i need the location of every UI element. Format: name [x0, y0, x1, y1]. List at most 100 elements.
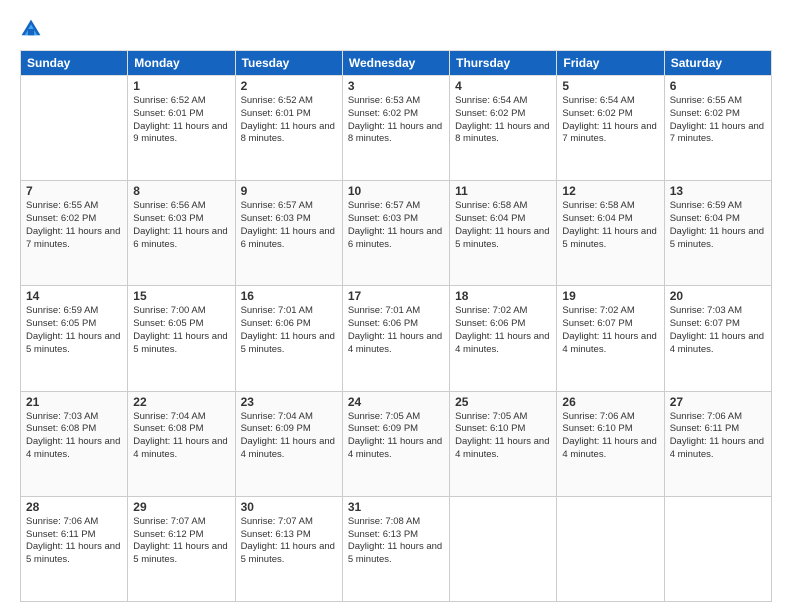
week-row-3: 14 Sunrise: 6:59 AMSunset: 6:05 PMDayligh… — [21, 286, 772, 391]
day-number: 3 — [348, 79, 444, 93]
day-cell: 17 Sunrise: 7:01 AMSunset: 6:06 PMDayligh… — [342, 286, 449, 391]
header — [20, 18, 772, 40]
day-cell: 23 Sunrise: 7:04 AMSunset: 6:09 PMDayligh… — [235, 391, 342, 496]
week-row-4: 21 Sunrise: 7:03 AMSunset: 6:08 PMDayligh… — [21, 391, 772, 496]
day-cell — [557, 496, 664, 601]
day-info: Sunrise: 7:03 AMSunset: 6:08 PMDaylight:… — [26, 411, 122, 462]
col-header-thursday: Thursday — [450, 51, 557, 76]
day-info: Sunrise: 6:57 AMSunset: 6:03 PMDaylight:… — [348, 200, 444, 251]
day-info: Sunrise: 7:04 AMSunset: 6:08 PMDaylight:… — [133, 411, 229, 462]
day-cell: 11 Sunrise: 6:58 AMSunset: 6:04 PMDayligh… — [450, 181, 557, 286]
day-cell: 7 Sunrise: 6:55 AMSunset: 6:02 PMDaylight… — [21, 181, 128, 286]
col-header-saturday: Saturday — [664, 51, 771, 76]
day-cell: 10 Sunrise: 6:57 AMSunset: 6:03 PMDayligh… — [342, 181, 449, 286]
day-number: 19 — [562, 289, 658, 303]
day-cell: 4 Sunrise: 6:54 AMSunset: 6:02 PMDaylight… — [450, 76, 557, 181]
day-cell: 28Sunrise: 7:06 AMSunset: 6:11 PMDayligh… — [21, 496, 128, 601]
day-number: 17 — [348, 289, 444, 303]
day-cell: 15Sunrise: 7:00 AMSunset: 6:05 PMDayligh… — [128, 286, 235, 391]
day-info: Sunrise: 7:04 AMSunset: 6:09 PMDaylight:… — [241, 411, 337, 462]
day-number: 30 — [241, 500, 337, 514]
day-info: Sunrise: 7:02 AMSunset: 6:06 PMDaylight:… — [455, 305, 551, 356]
day-cell: 25 Sunrise: 7:05 AMSunset: 6:10 PMDayligh… — [450, 391, 557, 496]
day-info: Sunrise: 6:55 AMSunset: 6:02 PMDaylight:… — [26, 200, 122, 251]
day-info: Sunrise: 7:01 AMSunset: 6:06 PMDaylight:… — [348, 305, 444, 356]
col-header-wednesday: Wednesday — [342, 51, 449, 76]
day-number: 21 — [26, 395, 122, 409]
day-number: 20 — [670, 289, 766, 303]
day-info: Sunrise: 6:52 AMSunset: 6:01 PMDaylight:… — [133, 95, 229, 146]
day-cell: 8 Sunrise: 6:56 AMSunset: 6:03 PMDaylight… — [128, 181, 235, 286]
day-info: Sunrise: 7:02 AMSunset: 6:07 PMDaylight:… — [562, 305, 658, 356]
day-info: Sunrise: 7:05 AMSunset: 6:09 PMDaylight:… — [348, 411, 444, 462]
day-info: Sunrise: 7:06 AMSunset: 6:10 PMDaylight:… — [562, 411, 658, 462]
day-cell: 19 Sunrise: 7:02 AMSunset: 6:07 PMDayligh… — [557, 286, 664, 391]
week-row-5: 28Sunrise: 7:06 AMSunset: 6:11 PMDayligh… — [21, 496, 772, 601]
week-row-2: 7 Sunrise: 6:55 AMSunset: 6:02 PMDaylight… — [21, 181, 772, 286]
day-number: 26 — [562, 395, 658, 409]
day-number: 11 — [455, 184, 551, 198]
day-info: Sunrise: 7:07 AMSunset: 6:12 PMDaylight:… — [133, 516, 229, 567]
day-number: 4 — [455, 79, 551, 93]
day-cell: 6 Sunrise: 6:55 AMSunset: 6:02 PMDaylight… — [664, 76, 771, 181]
day-cell — [450, 496, 557, 601]
day-cell: 24 Sunrise: 7:05 AMSunset: 6:09 PMDayligh… — [342, 391, 449, 496]
day-info: Sunrise: 7:03 AMSunset: 6:07 PMDaylight:… — [670, 305, 766, 356]
day-info: Sunrise: 6:52 AMSunset: 6:01 PMDaylight:… — [241, 95, 337, 146]
day-cell: 30 Sunrise: 7:07 AMSunset: 6:13 PMDayligh… — [235, 496, 342, 601]
day-number: 10 — [348, 184, 444, 198]
col-header-monday: Monday — [128, 51, 235, 76]
calendar-table: SundayMondayTuesdayWednesdayThursdayFrid… — [20, 50, 772, 602]
day-cell: 26 Sunrise: 7:06 AMSunset: 6:10 PMDayligh… — [557, 391, 664, 496]
day-number: 12 — [562, 184, 658, 198]
day-cell: 16Sunrise: 7:01 AMSunset: 6:06 PMDayligh… — [235, 286, 342, 391]
day-cell: 12 Sunrise: 6:58 AMSunset: 6:04 PMDayligh… — [557, 181, 664, 286]
day-number: 23 — [241, 395, 337, 409]
day-number: 27 — [670, 395, 766, 409]
day-info: Sunrise: 6:54 AMSunset: 6:02 PMDaylight:… — [455, 95, 551, 146]
week-row-1: 1 Sunrise: 6:52 AMSunset: 6:01 PMDaylight… — [21, 76, 772, 181]
day-number: 29 — [133, 500, 229, 514]
logo-icon — [20, 18, 42, 40]
day-info: Sunrise: 7:05 AMSunset: 6:10 PMDaylight:… — [455, 411, 551, 462]
day-number: 6 — [670, 79, 766, 93]
col-header-tuesday: Tuesday — [235, 51, 342, 76]
day-info: Sunrise: 6:58 AMSunset: 6:04 PMDaylight:… — [455, 200, 551, 251]
day-info: Sunrise: 7:08 AMSunset: 6:13 PMDaylight:… — [348, 516, 444, 567]
day-number: 28 — [26, 500, 122, 514]
day-cell: 3 Sunrise: 6:53 AMSunset: 6:02 PMDaylight… — [342, 76, 449, 181]
day-number: 8 — [133, 184, 229, 198]
day-number: 31 — [348, 500, 444, 514]
day-cell — [664, 496, 771, 601]
day-number: 1 — [133, 79, 229, 93]
day-info: Sunrise: 6:59 AMSunset: 6:05 PMDaylight:… — [26, 305, 122, 356]
day-info: Sunrise: 6:53 AMSunset: 6:02 PMDaylight:… — [348, 95, 444, 146]
day-info: Sunrise: 6:56 AMSunset: 6:03 PMDaylight:… — [133, 200, 229, 251]
day-cell: 13Sunrise: 6:59 AMSunset: 6:04 PMDayligh… — [664, 181, 771, 286]
day-info: Sunrise: 6:58 AMSunset: 6:04 PMDaylight:… — [562, 200, 658, 251]
day-number: 7 — [26, 184, 122, 198]
day-cell: 9 Sunrise: 6:57 AMSunset: 6:03 PMDaylight… — [235, 181, 342, 286]
day-cell: 18Sunrise: 7:02 AMSunset: 6:06 PMDayligh… — [450, 286, 557, 391]
day-cell: 2 Sunrise: 6:52 AMSunset: 6:01 PMDaylight… — [235, 76, 342, 181]
day-info: Sunrise: 6:55 AMSunset: 6:02 PMDaylight:… — [670, 95, 766, 146]
day-number: 16 — [241, 289, 337, 303]
day-cell: 29 Sunrise: 7:07 AMSunset: 6:12 PMDayligh… — [128, 496, 235, 601]
day-number: 14 — [26, 289, 122, 303]
day-number: 9 — [241, 184, 337, 198]
page: SundayMondayTuesdayWednesdayThursdayFrid… — [0, 0, 792, 612]
day-number: 2 — [241, 79, 337, 93]
day-info: Sunrise: 7:07 AMSunset: 6:13 PMDaylight:… — [241, 516, 337, 567]
col-header-friday: Friday — [557, 51, 664, 76]
calendar-header-row: SundayMondayTuesdayWednesdayThursdayFrid… — [21, 51, 772, 76]
day-cell: 31 Sunrise: 7:08 AMSunset: 6:13 PMDayligh… — [342, 496, 449, 601]
day-number: 24 — [348, 395, 444, 409]
day-number: 22 — [133, 395, 229, 409]
day-cell — [21, 76, 128, 181]
day-number: 25 — [455, 395, 551, 409]
col-header-sunday: Sunday — [21, 51, 128, 76]
day-info: Sunrise: 6:57 AMSunset: 6:03 PMDaylight:… — [241, 200, 337, 251]
day-cell: 20 Sunrise: 7:03 AMSunset: 6:07 PMDayligh… — [664, 286, 771, 391]
day-info: Sunrise: 7:00 AMSunset: 6:05 PMDaylight:… — [133, 305, 229, 356]
day-cell: 21 Sunrise: 7:03 AMSunset: 6:08 PMDayligh… — [21, 391, 128, 496]
